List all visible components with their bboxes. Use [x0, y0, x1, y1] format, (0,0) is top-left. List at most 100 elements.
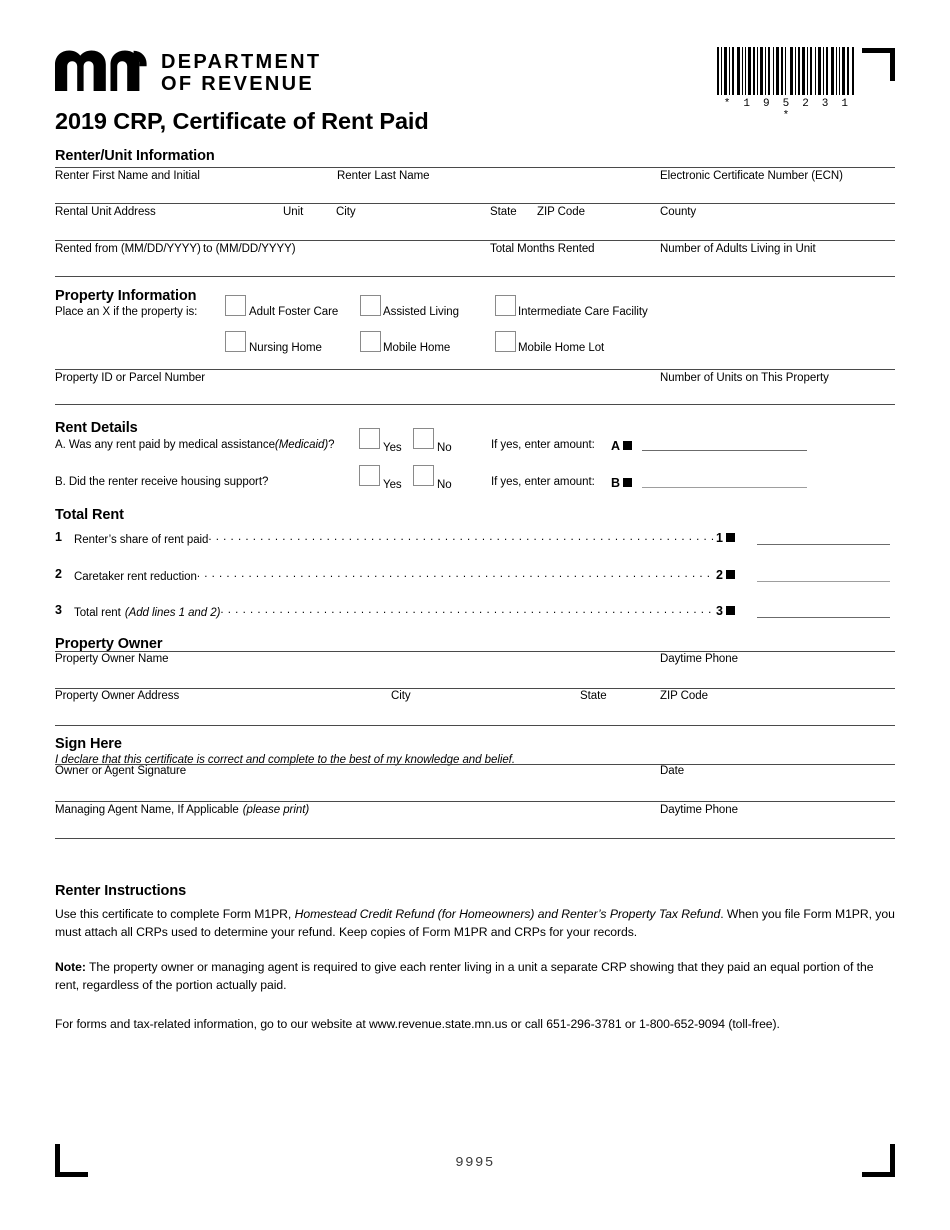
label-owner-address: Property Owner Address — [55, 690, 180, 702]
barcode-icon — [717, 47, 854, 95]
label-rented-to: to (MM/DD/YYYY) — [203, 243, 296, 255]
section-heading-sign-here: Sign Here — [55, 736, 122, 752]
label-a-no: No — [437, 442, 452, 454]
checkbox-b-yes[interactable] — [359, 465, 380, 486]
line-3-marker: 3 — [716, 602, 735, 620]
line-2-label: Caretaker rent reduction — [74, 571, 197, 583]
rule-owner-3 — [55, 725, 895, 726]
instructions-p1-part1: Use this certificate to complete Form M1… — [55, 907, 295, 921]
agency-name-line2: OF REVENUE — [161, 73, 315, 95]
label-parcel-number: Property ID or Parcel Number — [55, 372, 206, 384]
line-1-marker-number: 1 — [716, 531, 723, 545]
square-marker-icon — [623, 478, 633, 487]
label-intermediate-care-facility: Intermediate Care Facility — [518, 306, 648, 318]
question-b: B. Did the renter receive housing suppor… — [55, 476, 269, 488]
line-1-number: 1 — [55, 530, 62, 544]
square-marker-icon — [725, 533, 735, 542]
checkbox-intermediate-care-facility[interactable] — [495, 295, 516, 316]
section-heading-renter-instructions: Renter Instructions — [55, 883, 187, 899]
rule-owner-2 — [55, 688, 895, 689]
question-a-text: A. Was any rent paid by medical assistan… — [55, 439, 275, 451]
checkbox-mobile-home-lot[interactable] — [495, 331, 516, 352]
label-owner-phone: Daytime Phone — [660, 653, 738, 665]
checkbox-assisted-living[interactable] — [360, 295, 381, 316]
line-3-label-row: Total rent (Add lines 1 and 2) . . . . . … — [74, 604, 711, 619]
line-3-leader: . . . . . . . . . . . . . . . . . . . . … — [220, 604, 711, 616]
section-heading-total-rent: Total Rent — [55, 507, 124, 523]
label-owner-signature: Owner or Agent Signature — [55, 765, 187, 777]
question-a: A. Was any rent paid by medical assistan… — [55, 439, 335, 451]
amount-prompt-a: If yes, enter amount: — [491, 439, 595, 451]
label-b-no: No — [437, 479, 452, 491]
checkbox-a-yes[interactable] — [359, 428, 380, 449]
checkbox-b-no[interactable] — [413, 465, 434, 486]
line-1-leader: . . . . . . . . . . . . . . . . . . . . … — [208, 531, 714, 543]
line-1-label-row: Renter’s share of rent paid. . . . . . .… — [74, 531, 714, 546]
instructions-p1-italic: Homestead Credit Refund (for Homeowners)… — [294, 907, 721, 921]
line-2-marker: 2 — [716, 566, 735, 584]
square-marker-icon — [623, 441, 633, 450]
line-3-label: Total rent — [74, 607, 121, 619]
barcode: * 1 9 5 2 3 1 * — [716, 47, 856, 122]
section-heading-renter-unit: Renter/Unit Information — [55, 148, 215, 164]
line-3-label-italic: (Add lines 1 and 2) — [124, 607, 221, 619]
amount-field-a[interactable] — [642, 450, 807, 451]
checkbox-a-no[interactable] — [413, 428, 434, 449]
label-unit: Unit — [283, 206, 304, 218]
line-marker-a-letter: A — [611, 439, 621, 453]
property-info-instruction: Place an X if the property is: — [55, 306, 198, 318]
page-code: 9995 — [455, 1155, 495, 1171]
barcode-text: * 1 9 5 2 3 1 * — [723, 98, 852, 122]
line-marker-b: B — [611, 474, 633, 492]
label-total-months: Total Months Rented — [490, 243, 595, 255]
label-owner-state: State — [580, 690, 607, 702]
label-adults: Number of Adults Living in Unit — [660, 243, 816, 255]
line-1-label: Renter’s share of rent paid — [74, 534, 209, 546]
rule-sign-3 — [55, 838, 895, 839]
question-a-medicaid: (Medicaid) — [274, 439, 329, 451]
label-renter-first-name: Renter First Name and Initial — [55, 170, 200, 182]
line-marker-a: A — [611, 437, 633, 455]
label-owner-name: Property Owner Name — [55, 653, 169, 665]
line-3-marker-number: 3 — [716, 604, 723, 618]
label-a-yes: Yes — [383, 442, 402, 454]
question-a-tail: ? — [328, 439, 335, 451]
square-marker-icon — [725, 606, 735, 615]
rule-property-2 — [55, 404, 895, 405]
rule-property-1 — [55, 369, 895, 370]
note-text: The property owner or managing agent is … — [55, 960, 874, 992]
form-page: DEPARTMENT OF REVENUE 2019 CRP, Certific… — [0, 0, 950, 1230]
rule-renter-1 — [55, 167, 895, 168]
amount-field-b[interactable] — [642, 487, 807, 488]
instructions-paragraph-1: Use this certificate to complete Form M1… — [55, 905, 895, 941]
amount-field-line-3[interactable] — [757, 617, 890, 618]
label-mobile-home-lot: Mobile Home Lot — [518, 342, 605, 354]
label-rental-unit-address: Rental Unit Address — [55, 206, 156, 218]
agency-name-line1: DEPARTMENT — [161, 51, 322, 73]
line-2-marker-number: 2 — [716, 568, 723, 582]
section-heading-rent-details: Rent Details — [55, 420, 138, 436]
label-managing-agent-text: Managing Agent Name, If Applicable — [55, 804, 239, 816]
label-agent-phone: Daytime Phone — [660, 804, 738, 816]
section-heading-property-info: Property Information — [55, 288, 197, 304]
line-3-number: 3 — [55, 603, 62, 617]
label-rented-from: Rented from (MM/DD/YYYY) — [55, 243, 201, 255]
checkbox-nursing-home[interactable] — [225, 331, 246, 352]
checkbox-mobile-home[interactable] — [360, 331, 381, 352]
label-signature-date: Date — [660, 765, 685, 777]
checkbox-adult-foster-care[interactable] — [225, 295, 246, 316]
label-renter-last-name: Renter Last Name — [337, 170, 430, 182]
page-title: 2019 CRP, Certificate of Rent Paid — [55, 108, 429, 134]
label-b-yes: Yes — [383, 479, 402, 491]
line-1-marker: 1 — [716, 529, 735, 547]
line-2-leader: . . . . . . . . . . . . . . . . . . . . … — [196, 568, 714, 580]
amount-field-line-2[interactable] — [757, 581, 890, 582]
instructions-note: Note: The property owner or managing age… — [55, 958, 895, 994]
label-state: State — [490, 206, 517, 218]
amount-field-line-1[interactable] — [757, 544, 890, 545]
label-county: County — [660, 206, 697, 218]
line-marker-b-letter: B — [611, 476, 621, 490]
label-zip: ZIP Code — [537, 206, 585, 218]
note-label: Note: — [55, 960, 86, 974]
section-heading-property-owner: Property Owner — [55, 636, 163, 652]
